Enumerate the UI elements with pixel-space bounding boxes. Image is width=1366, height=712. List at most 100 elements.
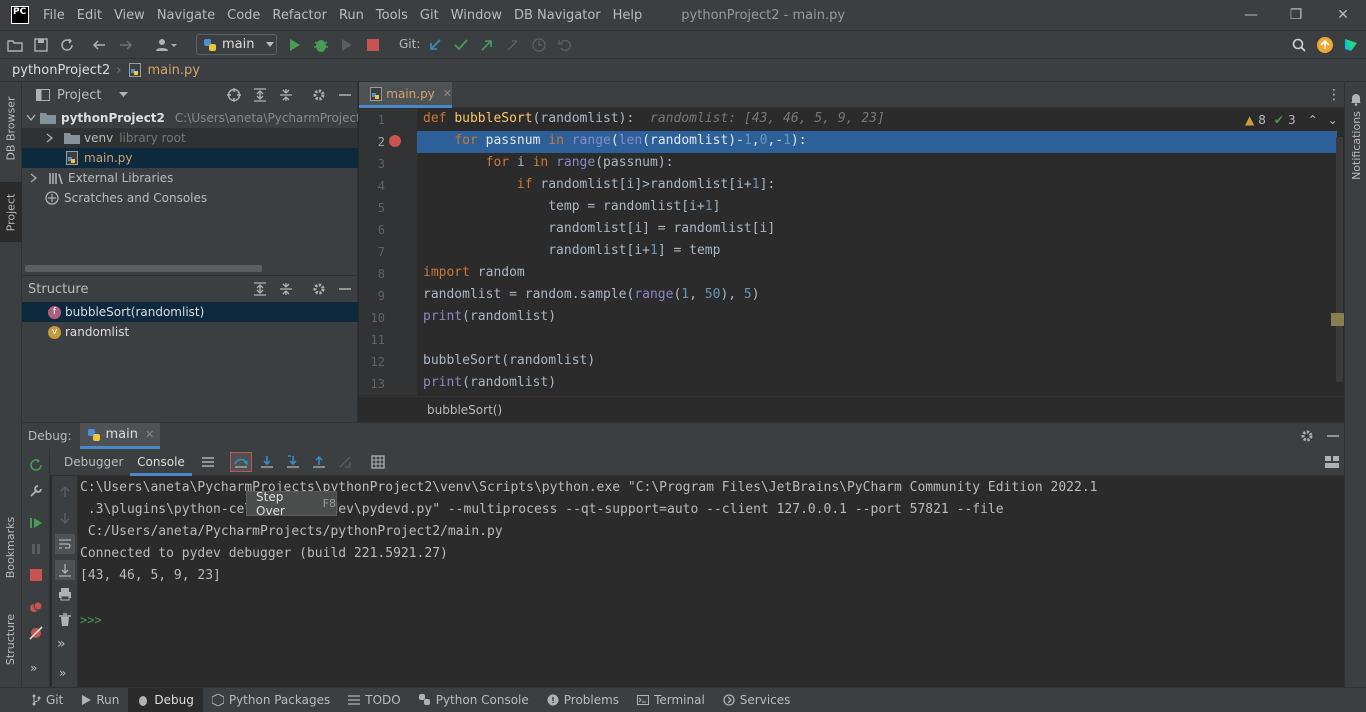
db-browser-tab[interactable]: DB Browser <box>0 92 22 164</box>
gear-icon[interactable] <box>311 87 327 103</box>
show-execution-point-icon[interactable] <box>200 454 216 470</box>
debug-bug-icon[interactable] <box>312 36 330 54</box>
menu-file[interactable]: File <box>37 8 71 23</box>
code-line-7[interactable]: randomlist[i+1] = temp <box>423 240 720 262</box>
debug-config-tab[interactable]: main ✕ <box>79 423 161 449</box>
editor-more-icon[interactable]: ⋮ <box>1327 87 1341 103</box>
code-line-10[interactable]: print(randomlist) <box>423 306 556 328</box>
run-icon[interactable] <box>286 36 304 54</box>
hide-panel-icon[interactable] <box>337 281 353 297</box>
hide-panel-icon[interactable] <box>1325 428 1341 444</box>
history-icon[interactable] <box>530 36 548 54</box>
git-update-icon[interactable] <box>426 36 444 54</box>
editor-breadcrumb[interactable]: bubbleSort() <box>359 396 1344 422</box>
menu-git[interactable]: Git <box>414 8 445 23</box>
save-all-icon[interactable] <box>32 36 50 54</box>
code-line-4[interactable]: if randomlist[i]>randomlist[i+1]: <box>423 174 775 196</box>
search-icon[interactable] <box>1290 36 1308 54</box>
git-tool-tab[interactable]: Git <box>22 688 72 712</box>
code-line-2[interactable]: for passnum in range(len(randomlist)-1,0… <box>423 130 806 152</box>
menu-edit[interactable]: Edit <box>71 8 108 23</box>
code-line-8[interactable]: import random <box>423 262 525 284</box>
collapse-all-icon[interactable] <box>278 281 294 297</box>
step-into-icon[interactable] <box>259 454 275 470</box>
print-icon[interactable] <box>57 586 73 602</box>
expand-all-icon[interactable] <box>252 281 268 297</box>
more-actions-icon[interactable]: » <box>59 666 66 680</box>
project-panel-title[interactable]: Project <box>57 88 101 103</box>
run-to-cursor-icon[interactable] <box>337 454 353 470</box>
mute-breakpoints-icon[interactable] <box>28 625 44 641</box>
code-line-6[interactable]: randomlist[i] = randomlist[i] <box>423 218 775 240</box>
more-actions-icon[interactable]: » <box>57 636 66 652</box>
todo-tab[interactable]: TODO <box>339 688 409 712</box>
menu-code[interactable]: Code <box>221 8 266 23</box>
git-commit-icon[interactable] <box>452 36 470 54</box>
more-actions-icon[interactable]: » <box>30 661 37 675</box>
arrow-up-icon[interactable] <box>57 484 73 500</box>
scroll-to-end-icon[interactable] <box>55 560 75 580</box>
layout-settings-icon[interactable] <box>1324 454 1340 470</box>
rollback-icon[interactable] <box>556 36 574 54</box>
terminal-tab[interactable]: Terminal <box>628 688 714 712</box>
git-merge-icon[interactable] <box>504 36 522 54</box>
notifications-bell-icon[interactable] <box>1349 92 1363 106</box>
tree-item-external-libraries[interactable]: External Libraries <box>22 168 358 188</box>
inspection-widget[interactable]: ▲ 8 ✔ 3 ⌃ ⌄ <box>1245 113 1338 127</box>
tree-item-scratches[interactable]: Scratches and Consoles <box>22 188 358 208</box>
forward-icon[interactable] <box>117 36 135 54</box>
jetbrains-toolbox-icon[interactable] <box>1342 36 1360 54</box>
maximize-icon[interactable]: ❐ <box>1273 0 1319 30</box>
hide-panel-icon[interactable] <box>337 87 353 103</box>
project-tab[interactable]: Project <box>0 182 22 242</box>
run-config-selector[interactable]: main <box>196 34 277 55</box>
run-tool-tab[interactable]: Run <box>72 688 128 712</box>
code-line-5[interactable]: temp = randomlist[i+1] <box>423 196 720 218</box>
menu-navigate[interactable]: Navigate <box>151 8 221 23</box>
stop-icon[interactable] <box>364 36 382 54</box>
collapse-all-icon[interactable] <box>278 87 294 103</box>
wrench-icon[interactable] <box>28 483 44 499</box>
bookmarks-tab[interactable]: Bookmarks <box>0 512 22 582</box>
menu-tools[interactable]: Tools <box>370 8 414 23</box>
problems-tab[interactable]: Problems <box>538 688 628 712</box>
close-window-icon[interactable]: ✕ <box>1320 0 1366 30</box>
breakpoint-icon[interactable] <box>389 135 401 147</box>
gear-icon[interactable] <box>311 281 327 297</box>
structure-item-function[interactable]: f bubbleSort(randomlist) <box>22 302 358 322</box>
menu-run[interactable]: Run <box>333 8 370 23</box>
git-push-icon[interactable] <box>478 36 496 54</box>
view-breakpoints-icon[interactable] <box>28 599 44 615</box>
back-icon[interactable] <box>90 36 108 54</box>
chevron-down-icon[interactable]: ⌄ <box>1328 113 1338 127</box>
soft-wrap-icon[interactable] <box>55 534 75 554</box>
step-out-icon[interactable] <box>311 454 327 470</box>
breadcrumb-file[interactable]: main.py <box>147 63 200 78</box>
close-tab-icon[interactable]: ✕ <box>145 428 154 441</box>
breadcrumb-project[interactable]: pythonProject2 <box>12 63 110 78</box>
locate-file-icon[interactable] <box>226 87 242 103</box>
step-over-icon[interactable] <box>230 452 252 472</box>
resume-icon[interactable] <box>28 515 44 531</box>
console-prompt[interactable]: >>> <box>80 609 102 631</box>
python-console-tab[interactable]: Python Console <box>410 688 538 712</box>
debug-tool-tab[interactable]: Debug <box>128 687 203 712</box>
code-line-1[interactable]: def bubbleSort(randomlist): randomlist: … <box>423 108 885 130</box>
horizontal-scrollbar[interactable] <box>25 265 262 272</box>
open-folder-icon[interactable] <box>6 36 24 54</box>
python-packages-tab[interactable]: Python Packages <box>203 688 339 712</box>
minimize-icon[interactable]: — <box>1228 0 1274 30</box>
tab-main-py[interactable]: main.py ✕ <box>359 82 452 108</box>
tree-item-main-py[interactable]: main.py <box>22 148 358 168</box>
menu-db-navigator[interactable]: DB Navigator <box>508 8 607 23</box>
coverage-icon[interactable] <box>338 36 356 54</box>
tree-item-project-root[interactable]: pythonProject2 C:\Users\aneta\PycharmPro… <box>22 108 358 128</box>
pause-icon[interactable] <box>28 541 44 557</box>
notifications-tab[interactable]: Notifications <box>1345 110 1366 180</box>
menu-view[interactable]: View <box>108 8 151 23</box>
error-stripe-marker[interactable] <box>1331 313 1344 326</box>
code-line-9[interactable]: randomlist = random.sample(range(1, 50),… <box>423 284 760 306</box>
stop-icon[interactable] <box>28 567 44 583</box>
arrow-down-icon[interactable] <box>57 510 73 526</box>
close-tab-icon[interactable]: ✕ <box>443 87 452 100</box>
